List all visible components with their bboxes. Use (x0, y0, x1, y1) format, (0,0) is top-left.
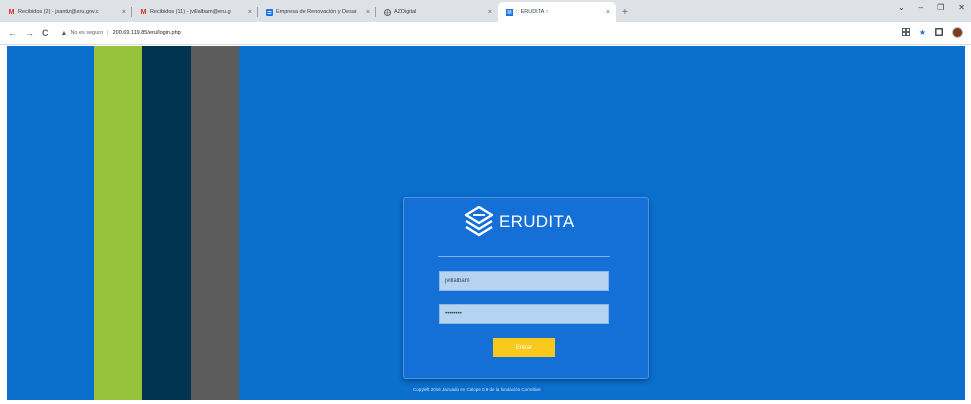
tab-title: :: ERUDITA :: (516, 9, 549, 15)
warning-icon[interactable]: ▲ (61, 30, 68, 37)
erudita-logo-icon (464, 206, 494, 237)
tab-close-icon[interactable]: × (606, 9, 610, 16)
gmail-icon: M (140, 8, 147, 16)
browser-window: M Recibidos (2) - jsantiz@eru.gov.c × M … (0, 0, 971, 404)
tab-close-icon[interactable]: × (122, 9, 126, 16)
login-card: ERUDITA Entrar (403, 197, 649, 379)
url-text[interactable]: 200.69.119.85/eru/login.php (113, 30, 181, 36)
logo-divider (438, 256, 610, 257)
tab-search-icon[interactable]: ⌄ (898, 3, 905, 12)
tab-close-icon[interactable]: × (488, 9, 492, 16)
window-controls: ⌄ – ❐ ✕ (898, 3, 965, 12)
docs-icon (266, 8, 273, 16)
toolbar-actions: ★ (901, 27, 963, 38)
gmail-icon: M (8, 8, 15, 16)
login-page: ERUDITA Entrar Copyleft 2016 Jazuado en … (7, 46, 965, 400)
extension-icon[interactable] (901, 27, 910, 38)
minimize-icon[interactable]: – (919, 3, 923, 12)
tab-close-icon[interactable]: × (248, 9, 252, 16)
reading-list-icon[interactable] (935, 27, 943, 38)
password-input[interactable] (439, 304, 609, 324)
username-input[interactable] (439, 271, 609, 291)
tab-title: Empresa de Renovación y Desar (276, 9, 357, 15)
tab-strip: M Recibidos (2) - jsantiz@eru.gov.c × M … (0, 0, 971, 22)
gray-stripe (191, 46, 239, 400)
web-icon (384, 8, 391, 16)
footer-text: Copyleft 2016 Jazuado en Calope 0.9 de l… (413, 387, 541, 392)
logo-text: ERUDITA (499, 212, 575, 231)
erudita-logo: ERUDITA (464, 206, 574, 238)
browser-toolbar: ← → C ▲ No es seguro | 200.69.119.85/eru… (0, 22, 971, 45)
tab-close-icon[interactable]: × (366, 9, 370, 16)
close-window-icon[interactable]: ✕ (958, 3, 965, 12)
tab-title: Recibidos (11) - jvillalbam@eru.g (150, 9, 231, 15)
address-separator: | (107, 30, 109, 36)
forward-icon[interactable]: → (25, 28, 34, 38)
tab-gmail-2[interactable]: M Recibidos (11) - jvillalbam@eru.g × (132, 2, 258, 22)
tab-gmail-1[interactable]: M Recibidos (2) - jsantiz@eru.gov.c × (0, 2, 132, 22)
tab-erudita[interactable]: :: ERUDITA :: × (498, 2, 616, 22)
tab-azdigital[interactable]: AZDigital × (376, 2, 498, 22)
address-bar[interactable]: ▲ No es seguro | 200.69.119.85/eru/login… (61, 30, 181, 37)
reload-icon[interactable]: C (42, 28, 49, 38)
tab-empresa[interactable]: Empresa de Renovación y Desar × (258, 2, 376, 22)
bookmark-star-icon[interactable]: ★ (919, 28, 926, 37)
maximize-icon[interactable]: ❐ (937, 3, 944, 12)
tab-title: AZDigital (394, 9, 417, 15)
security-status[interactable]: No es seguro (70, 30, 103, 36)
erudita-favicon (506, 8, 513, 16)
login-button[interactable]: Entrar (493, 338, 555, 357)
tab-title: Recibidos (2) - jsantiz@eru.gov.c (18, 9, 99, 15)
navy-stripe (142, 46, 191, 400)
back-icon[interactable]: ← (8, 28, 17, 38)
profile-avatar[interactable] (952, 27, 963, 38)
new-tab-button[interactable]: + (622, 2, 628, 22)
green-stripe (94, 46, 142, 400)
